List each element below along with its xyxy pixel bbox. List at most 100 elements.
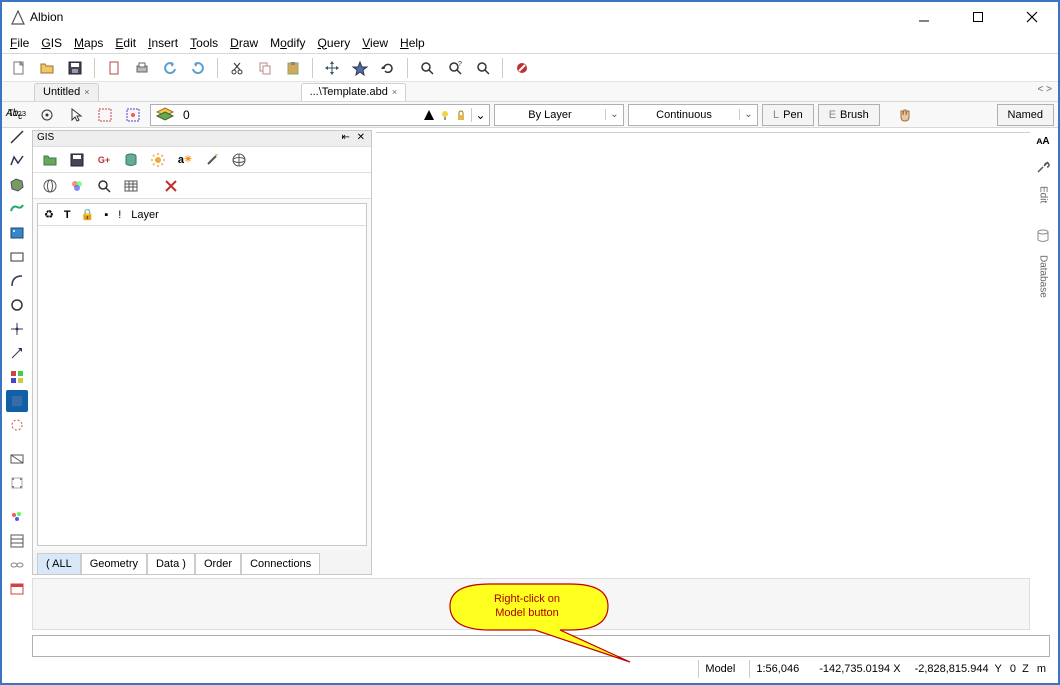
menu-draw[interactable]: Draw [230,36,258,50]
font-aa-icon[interactable]: ᴀA [1032,130,1054,152]
shape-icon[interactable] [6,198,28,220]
image-icon[interactable] [6,222,28,244]
tab-template[interactable]: ...\Template.abd × [301,83,407,101]
globe2-icon[interactable] [39,175,61,197]
open-project-icon[interactable] [39,149,61,171]
redo-icon[interactable] [187,57,209,79]
linetype-combo[interactable]: Continuous ⌄ [628,104,758,126]
menu-tools[interactable]: Tools [190,36,218,50]
selection2-icon[interactable] [122,104,144,126]
arc-icon[interactable] [6,270,28,292]
scale-display[interactable]: 1:56,046 [749,660,805,678]
text-col-icon[interactable]: T [64,209,71,221]
text-t123-icon[interactable]: T123 [6,102,28,124]
maximize-button[interactable] [960,6,996,28]
zoom-icon[interactable] [472,57,494,79]
close-tab-icon[interactable]: × [84,87,89,97]
named-button[interactable]: Named [997,104,1054,126]
polygon-icon[interactable] [6,174,28,196]
tab-geometry[interactable]: Geometry [81,553,147,574]
chevron-down-icon[interactable]: ⌄ [605,109,623,120]
rgb-icon[interactable] [66,175,88,197]
tools-icon[interactable] [1032,156,1054,178]
db-icon[interactable] [1032,225,1054,247]
close-tab-icon[interactable]: × [392,87,397,97]
menu-edit[interactable]: Edit [115,36,136,50]
palette-icon[interactable] [6,506,28,528]
selection-icon[interactable] [94,104,116,126]
hand-icon[interactable] [894,104,916,126]
paste-icon[interactable] [282,57,304,79]
dashed-circle-icon[interactable] [6,414,28,436]
color-combo[interactable]: By Layer ⌄ [494,104,624,126]
zoom2-icon[interactable] [93,175,115,197]
move-icon[interactable] [321,57,343,79]
tab-order[interactable]: Order [195,553,241,574]
lock-col-icon[interactable]: 🔒 [81,208,95,221]
tab-connections[interactable]: Connections [241,553,320,574]
database-panel-tab[interactable]: Database [1038,255,1049,298]
tab-data[interactable]: Data ) [147,553,195,574]
drawing-canvas[interactable] [376,132,1030,572]
cut-icon[interactable] [226,57,248,79]
menu-query[interactable]: Query [318,36,351,50]
table-icon[interactable] [120,175,142,197]
refresh-icon[interactable] [377,57,399,79]
close-button[interactable] [1014,6,1050,28]
new-file-icon[interactable] [8,57,30,79]
line-icon[interactable] [6,126,28,148]
save-icon[interactable] [64,57,86,79]
tab-untitled[interactable]: Untitled × [34,83,99,101]
database-icon[interactable] [120,149,142,171]
minimize-button[interactable] [906,6,942,28]
selected-tool-icon[interactable] [6,390,28,412]
circle-icon[interactable] [6,294,28,316]
delete-icon[interactable] [160,175,182,197]
arrow-icon[interactable] [6,342,28,364]
layer-select[interactable]: 0 ⌄ [150,104,490,126]
menu-file[interactable]: File [10,36,29,50]
sun-icon[interactable] [147,149,169,171]
search-icon[interactable] [416,57,438,79]
gis-panel-controls[interactable]: ⇤ ✕ [341,132,367,145]
globe-icon[interactable] [228,149,250,171]
edit-panel-tab[interactable]: Edit [1038,186,1049,203]
star-icon[interactable] [349,57,371,79]
link-icon[interactable] [6,554,28,576]
g-plus-icon[interactable]: G+ [93,149,115,171]
print-icon[interactable] [131,57,153,79]
polyline-icon[interactable] [6,150,28,172]
extents-icon[interactable] [6,448,28,470]
warn-col-icon[interactable]: ! [118,209,121,221]
menu-modify[interactable]: Modify [270,36,305,50]
menu-insert[interactable]: Insert [148,36,178,50]
open-file-icon[interactable] [36,57,58,79]
copy-icon[interactable] [254,57,276,79]
search-plus-icon[interactable]: ? [444,57,466,79]
menu-view[interactable]: View [362,36,388,50]
tab-all[interactable]: ( ALL [37,553,81,574]
menu-maps[interactable]: Maps [74,36,103,50]
brush-button[interactable]: E Brush [818,104,880,126]
cursor-icon[interactable] [66,104,88,126]
target-icon[interactable] [36,104,58,126]
label-a-icon[interactable]: a☀ [174,149,196,171]
model-button[interactable]: Model [698,660,741,678]
square-col-icon[interactable]: ▪ [104,209,108,221]
grid-icon[interactable] [6,366,28,388]
undo-icon[interactable] [159,57,181,79]
rect-icon[interactable] [6,246,28,268]
menu-gis[interactable]: GIS [41,36,62,50]
window-icon[interactable] [6,578,28,600]
point-icon[interactable] [6,318,28,340]
recycle-col-icon[interactable]: ♻ [44,208,54,221]
stop-icon[interactable] [511,57,533,79]
wand-icon[interactable] [201,149,223,171]
menu-help[interactable]: Help [400,36,425,50]
chevron-down-icon[interactable]: ⌄ [471,108,489,122]
hatch-icon[interactable] [6,530,28,552]
pen-button[interactable]: L Pen [762,104,814,126]
grid-snap-icon[interactable] [6,472,28,494]
chevron-down-icon[interactable]: ⌄ [739,109,757,120]
save-project-icon[interactable] [66,149,88,171]
